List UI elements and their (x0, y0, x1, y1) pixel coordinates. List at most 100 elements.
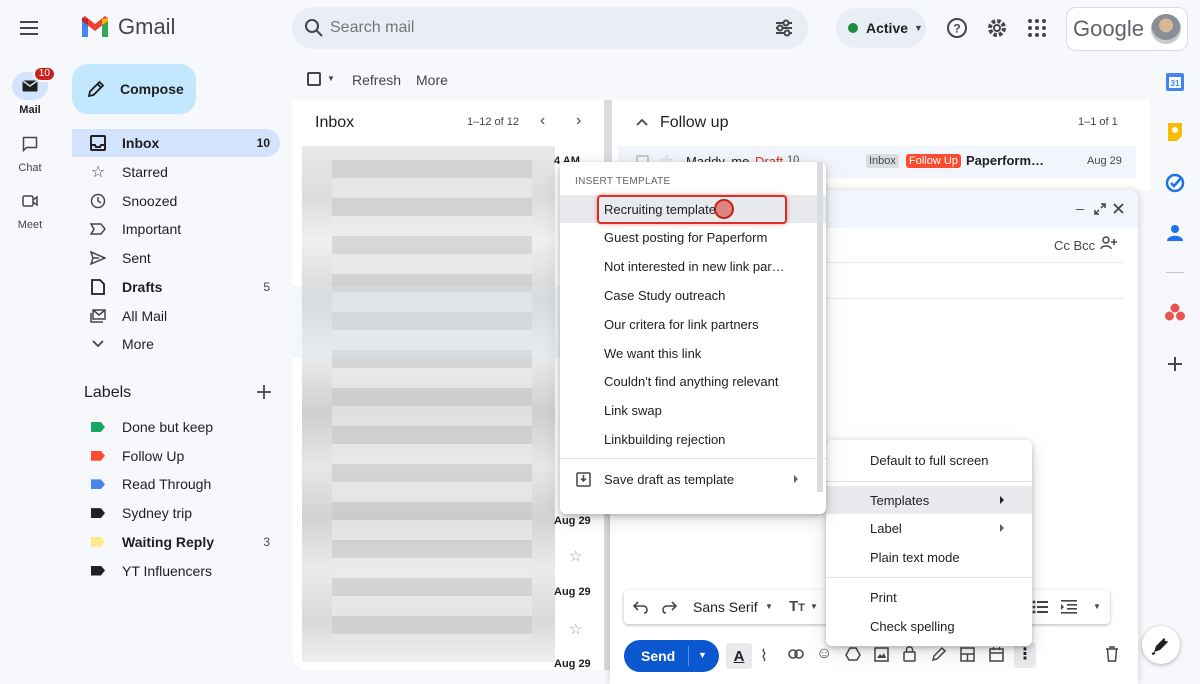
insert-link-icon[interactable] (788, 649, 804, 659)
template-item[interactable]: Case Study outreach (560, 281, 826, 309)
template-item[interactable]: We want this link (560, 339, 826, 367)
more-formatting-icon[interactable]: ▼ (1093, 602, 1101, 611)
rail-chat-label: Chat (18, 162, 42, 174)
label-chip-follow-up[interactable]: Follow Up (906, 154, 961, 168)
add-label-button[interactable] (254, 382, 274, 402)
main-menu-button[interactable] (18, 18, 42, 38)
indent-icon[interactable] (1061, 600, 1077, 614)
emoji-icon[interactable]: ☺ (816, 645, 832, 663)
settings-gear-icon[interactable] (986, 17, 1008, 39)
label-item[interactable]: YT Influencers (72, 557, 280, 585)
template-item[interactable]: Not interested in new link par… (560, 253, 826, 281)
nav-drafts[interactable]: Drafts 5 (72, 273, 280, 301)
clock-icon (90, 193, 106, 209)
google-drive-icon[interactable] (845, 647, 861, 661)
attach-file-icon[interactable]: ⌇ (760, 646, 768, 666)
search-input[interactable] (330, 15, 750, 41)
nav-snoozed[interactable]: Snoozed (72, 187, 280, 215)
template-item[interactable]: Couldn't find anything relevant (560, 368, 826, 396)
template-item[interactable]: Our critera for link partners (560, 310, 826, 338)
cc-bcc-links[interactable]: Cc Bcc (1054, 238, 1095, 253)
close-icon[interactable] (1113, 203, 1124, 214)
expand-icon[interactable] (1094, 203, 1106, 215)
menu-default-full-screen[interactable]: Default to full screen (826, 446, 1032, 474)
search-icon[interactable] (304, 18, 324, 38)
discard-trash-icon[interactable] (1105, 646, 1119, 662)
template-item[interactable]: Linkbuilding rejection (560, 425, 826, 453)
help-icon[interactable]: ? (946, 17, 968, 39)
nav-more[interactable]: More (72, 330, 280, 358)
label-item[interactable]: Sydney trip (72, 499, 280, 527)
calendar-icon[interactable] (989, 646, 1004, 662)
compose-options-menu: Default to full screen Templates Label P… (826, 440, 1032, 646)
chevron-down-icon[interactable]: ▼ (765, 602, 773, 611)
menu-scrollbar[interactable] (817, 162, 823, 492)
signature-pen-icon[interactable] (931, 646, 947, 662)
rail-mail[interactable]: 10 Mail (12, 66, 56, 136)
addon-app-icon[interactable] (1165, 303, 1185, 321)
template-item[interactable]: Link swap (560, 397, 826, 425)
menu-check-spelling[interactable]: Check spelling (826, 612, 1032, 640)
get-addons-plus-icon[interactable] (1166, 355, 1184, 373)
redo-icon[interactable] (661, 600, 677, 614)
gmail-logo[interactable]: Gmail (80, 14, 175, 40)
font-family-select[interactable]: Sans Serif (693, 599, 758, 615)
nav-inbox[interactable]: Inbox 10 (72, 129, 280, 157)
account-switcher[interactable]: Google (1066, 7, 1188, 51)
insert-photo-icon[interactable] (874, 647, 889, 662)
label-item[interactable]: Waiting Reply 3 (72, 528, 280, 556)
menu-plain-text[interactable]: Plain text mode (826, 543, 1032, 571)
compose-label: Compose (120, 81, 184, 97)
template-item[interactable]: Guest posting for Paperform (560, 224, 826, 252)
status-selector[interactable]: Active ▼ (836, 8, 926, 48)
next-page-icon[interactable]: › (576, 112, 581, 130)
label-item[interactable]: Follow Up (72, 442, 280, 470)
menu-label[interactable]: Label (826, 514, 1032, 542)
annotation-tool-button[interactable] (1142, 626, 1180, 664)
menu-print[interactable]: Print (826, 583, 1032, 611)
label-item[interactable]: Done but keep (72, 413, 280, 441)
add-recipient-icon[interactable] (1100, 236, 1118, 250)
undo-icon[interactable] (633, 600, 649, 614)
send-button[interactable]: Send ▼ (624, 640, 719, 672)
bulleted-list-icon[interactable] (1032, 600, 1048, 614)
nav-starred[interactable]: ☆ Starred (72, 158, 280, 186)
avatar[interactable] (1151, 14, 1181, 44)
refresh-button[interactable]: Refresh (352, 72, 401, 88)
rail-meet[interactable]: Meet (12, 187, 48, 251)
schedule-send-dropdown-icon[interactable]: ▼ (698, 650, 707, 660)
keep-app-icon[interactable] (1167, 122, 1183, 142)
label-item[interactable]: Read Through (72, 470, 280, 498)
minimize-icon[interactable]: – (1076, 200, 1084, 216)
nav-sent[interactable]: Sent (72, 244, 280, 272)
followup-section-title: Follow up (660, 114, 729, 131)
apps-grid-icon[interactable] (1027, 18, 1047, 38)
send-icon (90, 251, 106, 265)
rail-chat[interactable]: Chat (12, 130, 48, 194)
search-options-icon[interactable] (774, 18, 794, 38)
chevron-down-icon[interactable]: ▼ (810, 602, 818, 611)
template-item[interactable]: Recruiting template (560, 195, 826, 224)
menu-templates[interactable]: Templates (826, 486, 1032, 514)
nav-all-mail[interactable]: All Mail (72, 302, 280, 330)
menu-save-draft-as-template[interactable]: Save draft as template (560, 465, 826, 493)
select-dropdown-icon[interactable]: ▼ (327, 74, 335, 83)
collapse-icon[interactable] (636, 118, 648, 126)
confidential-mode-icon[interactable] (903, 645, 918, 662)
label-chip-inbox[interactable]: Inbox (866, 154, 899, 168)
formatting-options-button[interactable]: A (726, 643, 752, 669)
layouts-icon[interactable] (960, 647, 975, 662)
compose-button[interactable]: Compose (72, 64, 196, 114)
search-bar[interactable] (292, 7, 808, 49)
more-button[interactable]: More (416, 72, 448, 88)
select-all-checkbox[interactable] (307, 72, 321, 86)
nav-important[interactable]: Important (72, 215, 280, 243)
contacts-app-icon[interactable] (1167, 224, 1183, 242)
star-icon[interactable]: ☆ (569, 620, 582, 638)
text-size-icon[interactable]: TT (789, 598, 805, 615)
tasks-app-icon[interactable] (1165, 173, 1185, 193)
star-icon[interactable]: ☆ (569, 547, 582, 565)
prev-page-icon[interactable]: ‹ (540, 112, 545, 130)
calendar-app-icon[interactable]: 31 (1165, 72, 1185, 92)
rail-meet-label: Meet (17, 219, 43, 231)
